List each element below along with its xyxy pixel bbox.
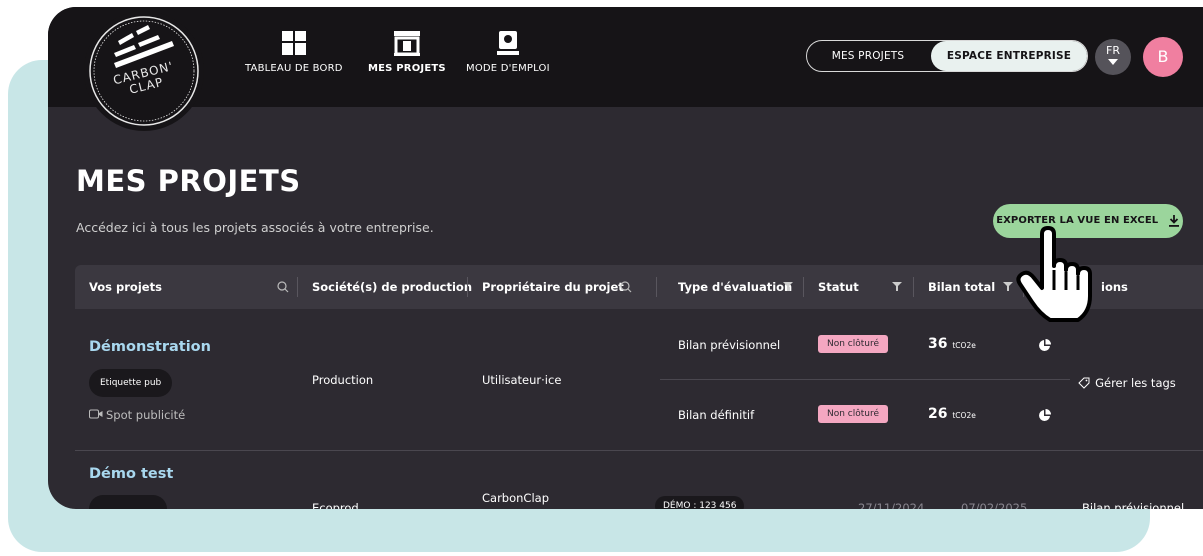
status-badge: Non clôturé bbox=[818, 335, 889, 353]
project-tag bbox=[89, 495, 167, 509]
hand-pointer-cursor-icon bbox=[1016, 226, 1092, 322]
export-label: EXPORTER LA VUE EN EXCEL bbox=[996, 215, 1159, 226]
search-icon[interactable] bbox=[277, 281, 289, 293]
project-kind: Spot publicité bbox=[106, 408, 186, 422]
evaluation-type: Bilan définitif bbox=[678, 408, 755, 422]
project-tag: Etiquette pub bbox=[89, 369, 173, 397]
status-badge: Non clôturé bbox=[818, 405, 889, 423]
download-icon bbox=[1168, 214, 1179, 227]
page-title: MES PROJETS bbox=[76, 164, 301, 198]
caret-down-icon bbox=[1108, 59, 1118, 65]
header-type-evaluation[interactable]: Type d'évaluation bbox=[678, 265, 792, 309]
header-actions: ions bbox=[1101, 280, 1128, 294]
user-avatar[interactable]: B bbox=[1143, 37, 1183, 77]
project-owner: Utilisateur·ice bbox=[482, 373, 562, 387]
end-date: 07/02/2025 bbox=[961, 501, 1028, 509]
bilan-total-value: 26 tCO2e bbox=[928, 406, 976, 422]
nav-mes-projets[interactable]: MES PROJETS bbox=[368, 29, 446, 74]
manage-tags-button[interactable]: Gérer les tags bbox=[1078, 372, 1176, 391]
nav-label: MODE D'EMPLOI bbox=[466, 63, 550, 74]
start-date: 27/11/2024 bbox=[858, 501, 925, 509]
language-selector[interactable]: FR bbox=[1095, 39, 1131, 75]
filter-icon[interactable] bbox=[892, 281, 902, 292]
pie-chart-icon[interactable] bbox=[1038, 339, 1051, 352]
evaluation-type: Bilan prévisionnel bbox=[1082, 501, 1185, 509]
toggle-mes-projets[interactable]: MES PROJETS bbox=[807, 41, 929, 71]
evaluation-type: Bilan prévisionnel bbox=[678, 338, 781, 352]
production-company: Production bbox=[312, 373, 374, 387]
toggle-espace-entreprise[interactable]: ESPACE ENTREPRISE bbox=[931, 41, 1087, 71]
header-statut[interactable]: Statut bbox=[818, 265, 859, 309]
tag-icon bbox=[1078, 377, 1090, 389]
header-bilan-total[interactable]: Bilan total bbox=[928, 265, 995, 309]
header-proprietaire[interactable]: Propriétaire du projet bbox=[482, 265, 624, 309]
nav-label: MES PROJETS bbox=[368, 63, 446, 74]
project-name-link[interactable]: Démo test bbox=[89, 466, 173, 482]
project-name-link[interactable]: Démonstration bbox=[89, 339, 211, 355]
language-code: FR bbox=[1106, 44, 1120, 57]
pie-chart-icon[interactable] bbox=[1038, 409, 1051, 422]
nav-mode-d-emploi[interactable]: MODE D'EMPLOI bbox=[466, 29, 550, 74]
nav-label: TABLEAU DE BORD bbox=[245, 63, 343, 74]
manage-tags-label: Gérer les tags bbox=[1095, 376, 1176, 390]
space-toggle: MES PROJETS ESPACE ENTREPRISE bbox=[806, 40, 1088, 72]
nav-tableau-de-bord[interactable]: TABLEAU DE BORD bbox=[245, 29, 343, 74]
header-vos-projets[interactable]: Vos projets bbox=[89, 265, 162, 309]
film-clapper-icon bbox=[393, 31, 420, 56]
filter-icon[interactable] bbox=[783, 281, 793, 292]
page-subtitle: Accédez ici à tous les projets associés … bbox=[76, 220, 434, 235]
dashboard-grid-icon bbox=[281, 31, 306, 55]
project-owner: CarbonClap bbox=[482, 491, 550, 505]
manual-book-icon bbox=[496, 31, 519, 55]
video-camera-icon bbox=[89, 409, 103, 419]
bilan-total-value: 36 tCO2e bbox=[928, 336, 976, 352]
search-icon[interactable] bbox=[620, 281, 632, 293]
carbon-clap-logo[interactable]: CARBON' CLAP bbox=[84, 11, 204, 131]
demo-code-badge: DÉMO : 123 456 bbox=[655, 496, 745, 509]
production-company: Ecoprod bbox=[312, 501, 359, 509]
header-societe-production[interactable]: Société(s) de production bbox=[312, 265, 472, 309]
